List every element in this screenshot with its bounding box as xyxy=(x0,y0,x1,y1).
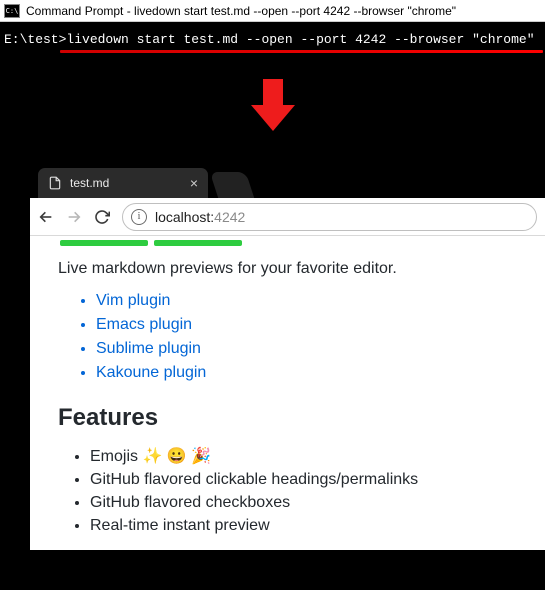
features-list: Emojis ✨ 😀 🎉 GitHub flavored clickable h… xyxy=(58,446,517,535)
back-button[interactable] xyxy=(38,209,54,225)
badge-strip xyxy=(60,240,517,246)
address-bar[interactable]: i localhost:4242 xyxy=(122,203,537,231)
address-host: localhost: xyxy=(155,209,214,225)
browser-window: test.md × i localhost:4242 Live markdown… xyxy=(30,162,545,550)
close-icon[interactable]: × xyxy=(190,176,198,190)
background-black xyxy=(0,157,30,357)
list-item: Sublime plugin xyxy=(96,340,517,358)
list-item: Kakoune plugin xyxy=(96,364,517,382)
page-content: Live markdown previews for your favorite… xyxy=(30,236,545,550)
browser-tabbar: test.md × xyxy=(30,162,545,198)
file-icon xyxy=(48,176,62,190)
list-item: Vim plugin xyxy=(96,292,517,310)
plugin-link-emacs[interactable]: Emacs plugin xyxy=(96,316,192,333)
forward-button[interactable] xyxy=(66,209,82,225)
cmd-content[interactable]: E:\test>livedown start test.md --open --… xyxy=(0,22,545,77)
plugin-link-vim[interactable]: Vim plugin xyxy=(96,292,170,309)
intro-text: Live markdown previews for your favorite… xyxy=(58,260,517,278)
new-tab-button[interactable] xyxy=(210,172,254,198)
reload-button[interactable] xyxy=(94,209,110,225)
cmd-icon: C:\ xyxy=(4,4,20,18)
plugin-link-sublime[interactable]: Sublime plugin xyxy=(96,340,201,357)
list-item: Real-time instant preview xyxy=(90,517,517,535)
plugin-link-kakoune[interactable]: Kakoune plugin xyxy=(96,364,206,381)
site-info-icon[interactable]: i xyxy=(131,209,147,225)
cmd-prompt: E:\test> xyxy=(4,32,66,47)
list-item: GitHub flavored checkboxes xyxy=(90,494,517,512)
cmd-command: livedown start test.md --open --port 424… xyxy=(66,32,534,47)
address-port: 4242 xyxy=(214,209,245,225)
list-item: Emacs plugin xyxy=(96,316,517,334)
cmd-title-text: Command Prompt - livedown start test.md … xyxy=(26,4,456,18)
list-item: GitHub flavored clickable headings/perma… xyxy=(90,471,517,489)
cmd-titlebar: C:\ Command Prompt - livedown start test… xyxy=(0,0,545,22)
arrow-annotation xyxy=(0,77,545,157)
browser-tab-active[interactable]: test.md × xyxy=(38,168,208,198)
cmd-line: E:\test>livedown start test.md --open --… xyxy=(4,32,541,47)
tab-title: test.md xyxy=(70,176,109,190)
features-heading: Features xyxy=(58,404,517,432)
browser-navbar: i localhost:4242 xyxy=(30,198,545,236)
annotation-underline xyxy=(60,50,543,53)
list-item: Emojis ✨ 😀 🎉 xyxy=(90,446,517,466)
plugin-list: Vim plugin Emacs plugin Sublime plugin K… xyxy=(58,292,517,382)
